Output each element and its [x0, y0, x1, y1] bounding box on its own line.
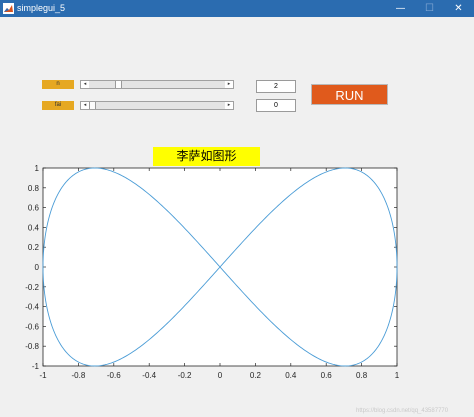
y-tick-label: 0.6 [28, 204, 40, 213]
x-tick-label: -0.4 [142, 371, 156, 380]
y-tick-labels: 1 0.8 0.6 0.4 0.2 0 -0.2 -0.4 -0.6 -0.8 -1 [25, 164, 39, 371]
x-tick-labels: -1 -0.8 -0.6 -0.4 -0.2 0 0.2 0.4 0.6 0.8 1 [39, 371, 399, 380]
chart-title: 李萨如图形 [153, 147, 260, 166]
x-tick-label: 1 [395, 371, 400, 380]
x-tick-label: 0.2 [250, 371, 262, 380]
x-tick-label: -0.8 [72, 371, 86, 380]
y-tick-label: 0.2 [28, 243, 40, 252]
y-tick-label: -0.2 [25, 283, 39, 292]
y-tick-label: 0 [35, 263, 40, 272]
y-tick-label: -0.4 [25, 303, 39, 312]
x-tick-label: -0.2 [178, 371, 192, 380]
x-tick-label: 0.8 [356, 371, 368, 380]
x-tick-label: 0.6 [321, 371, 333, 380]
y-tick-label: -0.8 [25, 342, 39, 351]
y-tick-label: -0.6 [25, 322, 39, 331]
watermark-text: https://blog.csdn.net/qq_43587770 [356, 408, 449, 414]
y-tick-label: -1 [32, 362, 40, 371]
lissajous-plot: -1 -0.8 -0.6 -0.4 -0.2 0 0.2 0.4 0.6 0.8 1 1 0.8 0.6… [25, 164, 449, 414]
y-tick-label: 0.8 [28, 184, 40, 193]
x-tick-label: -0.6 [107, 371, 121, 380]
x-tick-label: -1 [39, 371, 47, 380]
y-tick-label: 0.4 [28, 223, 40, 232]
x-tick-label: 0.4 [285, 371, 297, 380]
x-tick-label: 0 [218, 371, 223, 380]
y-tick-label: 1 [35, 164, 40, 173]
